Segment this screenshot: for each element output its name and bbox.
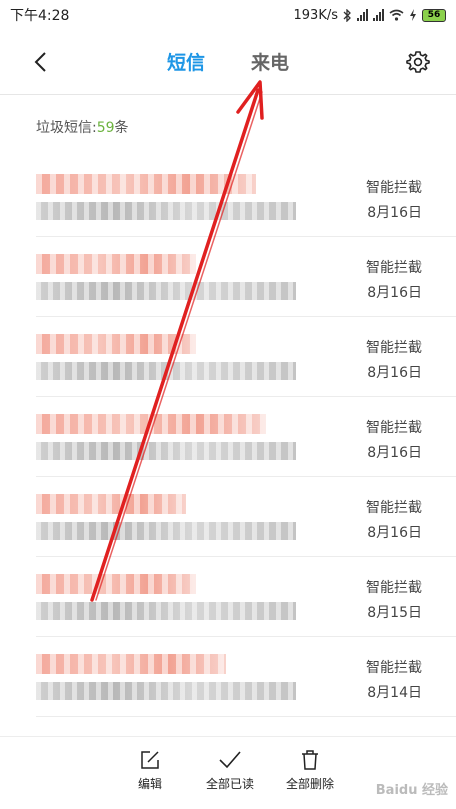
gear-icon	[406, 51, 430, 73]
list-item[interactable]: 智能拦截 8月16日	[0, 237, 456, 317]
bluetooth-icon	[343, 8, 351, 22]
back-button[interactable]	[24, 44, 56, 80]
message-sender-redacted	[36, 334, 196, 354]
block-tag: 智能拦截	[366, 260, 422, 276]
checkmark-icon	[219, 751, 241, 769]
message-sender-redacted	[36, 254, 196, 274]
message-preview-redacted	[36, 682, 296, 700]
mark-all-read-label: 全部已读	[205, 777, 254, 791]
trash-icon	[302, 750, 318, 770]
bottom-toolbar: 编辑 全部已读 全部删除	[0, 736, 456, 809]
message-sender-redacted	[36, 174, 256, 194]
message-date: 8月16日	[367, 445, 422, 461]
tab-calls[interactable]: 来电	[251, 48, 289, 75]
block-tag: 智能拦截	[366, 340, 422, 356]
list-item[interactable]: 智能拦截 8月14日	[0, 637, 456, 717]
message-preview-redacted	[36, 442, 296, 460]
status-icons: 193K/s 56	[293, 7, 446, 23]
edit-button[interactable]: 编辑	[128, 749, 172, 792]
delete-all-label: 全部删除	[285, 777, 334, 791]
network-speed: 193K/s	[293, 7, 339, 23]
spam-count-label: 垃圾短信:	[36, 120, 97, 136]
list-item[interactable]: 智能拦截 8月15日	[0, 557, 456, 637]
message-date: 8月16日	[367, 205, 422, 221]
message-sender-redacted	[36, 574, 196, 594]
message-date: 8月16日	[367, 285, 422, 301]
wifi-icon	[389, 9, 404, 21]
tab-sms[interactable]: 短信	[167, 48, 205, 75]
edit-icon	[141, 751, 159, 769]
status-bar: 下午4:28 193K/s 56	[0, 0, 456, 30]
signal-icon-2	[373, 9, 384, 21]
message-preview-redacted	[36, 362, 296, 380]
message-date: 8月14日	[367, 685, 422, 701]
battery-icon: 56	[422, 8, 446, 22]
message-date: 8月16日	[367, 365, 422, 381]
watermark: Baidu 经验	[375, 783, 448, 798]
message-sender-redacted	[36, 654, 226, 674]
settings-button[interactable]	[402, 46, 434, 78]
spam-count-number: 59	[96, 120, 115, 136]
header: 短信 来电	[0, 30, 456, 95]
message-preview-redacted	[36, 522, 296, 540]
delete-all-button[interactable]: 全部删除	[278, 749, 342, 792]
block-tag: 智能拦截	[366, 180, 422, 196]
signal-icon	[357, 9, 368, 21]
spam-count-unit: 条	[114, 120, 129, 136]
mark-all-read-button[interactable]: 全部已读	[198, 749, 262, 792]
list-item[interactable]: 智能拦截 8月16日	[0, 397, 456, 477]
charging-icon	[410, 9, 416, 21]
list-item[interactable]: 智能拦截 8月16日	[0, 317, 456, 397]
message-sender-redacted	[36, 414, 266, 434]
block-tag: 智能拦截	[366, 420, 422, 436]
message-preview-redacted	[36, 282, 296, 300]
message-list: 智能拦截 8月16日 智能拦截 8月16日 智能拦截 8月16日 智能拦截 8月…	[0, 157, 456, 717]
edit-label: 编辑	[137, 777, 162, 791]
list-item[interactable]: 智能拦截 8月16日	[0, 157, 456, 237]
block-tag: 智能拦截	[366, 580, 422, 596]
message-date: 8月15日	[367, 605, 422, 621]
message-preview-redacted	[36, 602, 296, 620]
message-sender-redacted	[36, 494, 186, 514]
block-tag: 智能拦截	[366, 500, 422, 516]
spam-count: 垃圾短信:59条	[36, 117, 129, 137]
list-item[interactable]: 智能拦截 8月16日	[0, 477, 456, 557]
block-tag: 智能拦截	[366, 660, 422, 676]
message-date: 8月16日	[367, 525, 422, 541]
chevron-left-icon	[34, 52, 46, 72]
message-preview-redacted	[36, 202, 296, 220]
status-time: 下午4:28	[10, 8, 70, 24]
